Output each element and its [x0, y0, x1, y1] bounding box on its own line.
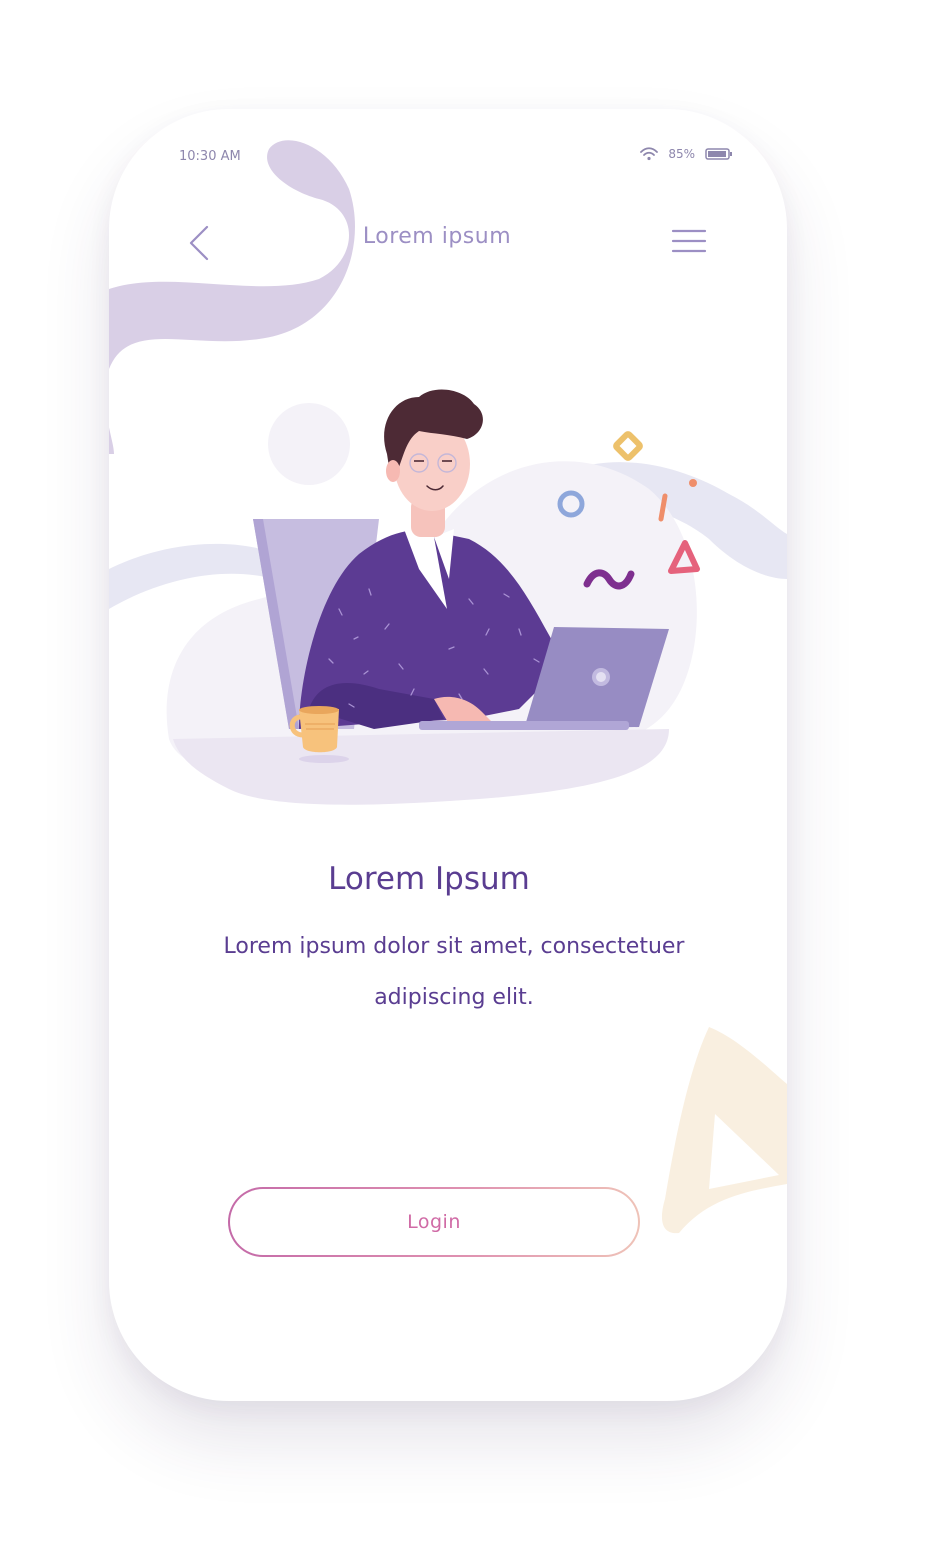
ear: [386, 460, 400, 482]
mug-shadow: [299, 755, 349, 763]
status-time: 10:30 AM: [179, 149, 241, 164]
chevron-left-icon: [189, 225, 209, 261]
content-description: Lorem ipsum dolor sit amet, consectetuer…: [223, 934, 685, 1010]
yellow-diamond-shape: [613, 431, 643, 461]
desk-surface: [173, 729, 669, 805]
laptop-logo-inner: [596, 672, 606, 682]
purple-blob-shape: [109, 140, 355, 369]
battery-icon: [705, 148, 732, 160]
orange-dot-shape: [689, 479, 697, 487]
login-button[interactable]: Login: [228, 1187, 640, 1257]
purple-blob-tail: [109, 369, 114, 454]
menu-button[interactable]: [667, 223, 711, 259]
content-title: Lorem Ipsum: [328, 861, 530, 897]
phone-frame: 10:30 AM 85% Lorem ipsum Lorem Ipsum Lor…: [109, 109, 787, 1401]
hamburger-menu-icon: [671, 229, 707, 253]
canvas-background: 10:30 AM 85% Lorem ipsum Lorem Ipsum Lor…: [0, 0, 929, 1543]
hero-illustration: [166, 389, 700, 805]
laptop-base: [419, 721, 629, 730]
wifi-icon: [640, 147, 659, 161]
battery-percent: 85%: [668, 147, 695, 161]
small-circle-decoration: [268, 403, 350, 485]
back-button[interactable]: [179, 219, 219, 267]
page-title: Lorem ipsum: [362, 224, 512, 249]
peach-triangle-shape: [661, 1027, 787, 1234]
coffee-top: [299, 706, 339, 714]
coffee-mug: [299, 709, 339, 753]
status-indicators: 85%: [640, 147, 733, 161]
